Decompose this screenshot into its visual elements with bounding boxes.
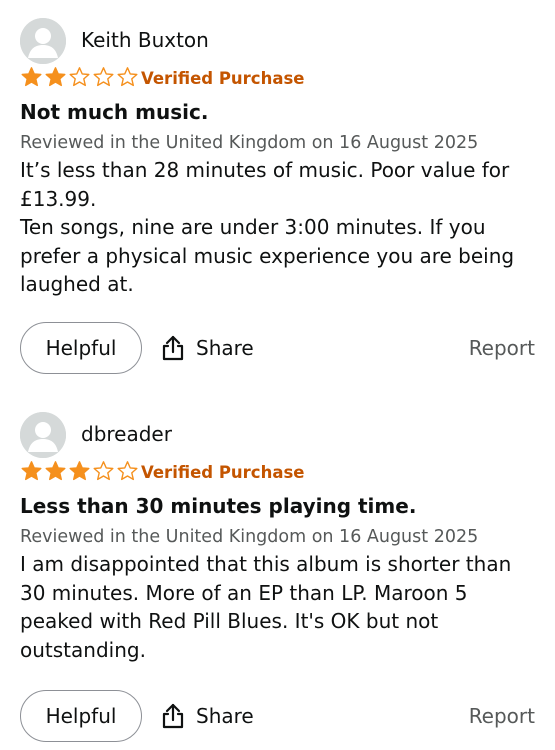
review-body-line: peaked with Red Pill Blues. It's OK but … — [20, 609, 439, 633]
star-rating[interactable] — [20, 66, 139, 90]
review-body: I am disappointed that this album is sho… — [20, 550, 540, 664]
review-meta: Reviewed in the United Kingdom on 16 Aug… — [20, 133, 479, 153]
star-filled-icon — [45, 461, 66, 481]
star-empty-icon — [117, 67, 138, 87]
helpful-button[interactable]: Helpful — [20, 690, 142, 742]
share-icon — [160, 702, 186, 730]
report-link[interactable]: Report — [469, 690, 535, 742]
avatar-icon[interactable] — [20, 412, 66, 458]
review-body-line: 30 minutes. More of an EP than LP. Maroo… — [20, 580, 468, 605]
review-body-line: I am disappointed that this album is sho… — [20, 552, 512, 576]
star-filled-icon — [69, 461, 90, 481]
star-filled-icon — [21, 461, 42, 481]
reviewer-name[interactable]: dbreader — [81, 421, 172, 447]
review-body-line: It’s less than 28 minutes of music. Poor… — [20, 158, 510, 182]
star-filled-icon — [21, 67, 42, 87]
review-title: Not much music. — [20, 100, 209, 124]
review-meta: Reviewed in the United Kingdom on 16 Aug… — [20, 527, 479, 547]
star-empty-icon — [93, 67, 114, 87]
report-link[interactable]: Report — [469, 322, 535, 374]
review-body-line: laughed at. — [20, 272, 134, 296]
star-rating[interactable] — [20, 460, 139, 484]
star-empty-icon — [117, 461, 138, 481]
review-title: Less than 30 minutes playing time. — [20, 494, 417, 518]
share-label: Share — [196, 336, 254, 360]
verified-purchase-badge[interactable]: Verified Purchase — [141, 67, 304, 91]
verified-purchase-badge[interactable]: Verified Purchase — [141, 461, 304, 485]
star-empty-icon — [69, 67, 90, 87]
review-body-line: Ten songs, nine are under 3:00 minutes. … — [20, 215, 486, 239]
star-empty-icon — [93, 461, 114, 481]
reviewer-name[interactable]: Keith Buxton — [81, 27, 209, 53]
share-button[interactable]: Share — [160, 322, 254, 374]
review-body-line: prefer a physical music experience you a… — [20, 243, 515, 268]
review-body-line: £13.99. — [20, 186, 97, 211]
star-filled-icon — [45, 67, 66, 87]
helpful-button[interactable]: Helpful — [20, 322, 142, 374]
share-icon — [160, 334, 186, 362]
share-label: Share — [196, 704, 254, 728]
review-body: It’s less than 28 minutes of music. Poor… — [20, 156, 540, 299]
review-body-line: outstanding. — [20, 637, 146, 662]
avatar-icon[interactable] — [20, 18, 66, 64]
share-button[interactable]: Share — [160, 690, 254, 742]
